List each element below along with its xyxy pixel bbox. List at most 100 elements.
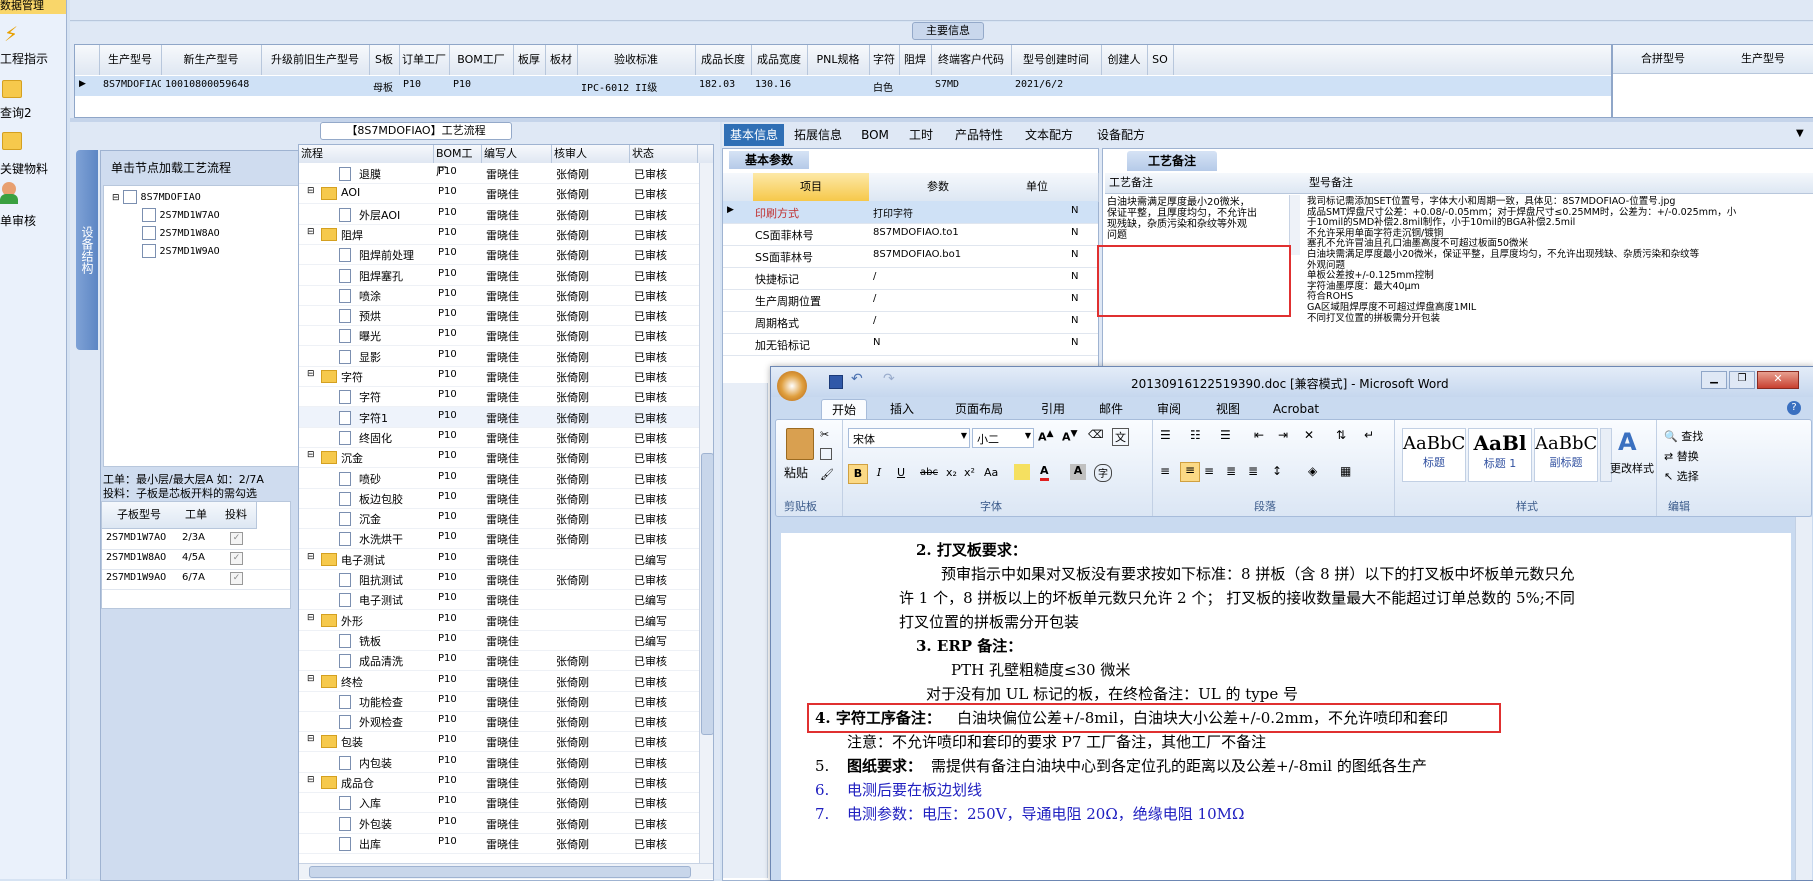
collapse-icon[interactable]: ⊟ <box>307 734 315 744</box>
horizontal-scrollbar[interactable] <box>299 863 713 879</box>
bold-button[interactable]: B <box>848 464 868 484</box>
align-right-icon[interactable]: ≡ <box>1204 464 1214 478</box>
flow-row[interactable]: ⊟ 沉金 P10 雷晓佳 张倚刚 已审核 <box>299 447 699 469</box>
flow-row[interactable]: 喷涂 P10 雷晓佳 张倚刚 已审核 <box>299 285 699 306</box>
sidebar-item-engineering[interactable]: ⚡ 工程指示 <box>0 20 66 68</box>
align-left-icon[interactable]: ≡ <box>1160 464 1170 478</box>
sub-board-row[interactable]: 2S7MD1W9AO 6/7A ✓ <box>102 569 290 590</box>
scroll-thumb[interactable] <box>701 453 714 735</box>
param-row[interactable]: SS面菲林号 8S7MDOFIAO.bo1 N <box>723 245 1098 268</box>
ribbon-tab[interactable]: 开始 <box>821 399 867 420</box>
flow-row[interactable]: 入库 P10 雷晓佳 张倚刚 已审核 <box>299 792 699 814</box>
help-icon[interactable]: ? <box>1787 401 1801 415</box>
right-tab[interactable]: 拓展信息 <box>784 124 852 146</box>
highlight-icon[interactable] <box>1014 464 1030 480</box>
flow-row[interactable]: ⊟ 外形 P10 雷晓佳 已编写 <box>299 610 699 631</box>
format-painter-icon[interactable]: 🖌 <box>820 468 834 481</box>
flow-row[interactable]: ⊟ 终检 P10 雷晓佳 张倚刚 已审核 <box>299 671 699 692</box>
flow-row[interactable]: ⊟ 字符 P10 雷晓佳 张倚刚 已审核 <box>299 366 699 387</box>
copy-icon[interactable] <box>820 448 832 460</box>
param-row[interactable]: 周期格式 / N <box>723 311 1098 334</box>
restore-button[interactable]: ❐ <box>1729 371 1755 389</box>
superscript-button[interactable]: x² <box>964 464 975 482</box>
multilevel-icon[interactable]: ☰ <box>1220 428 1231 442</box>
flow-row[interactable]: 外观检查 P10 雷晓佳 张倚刚 已审核 <box>299 711 699 733</box>
sidebar-item-data-manage[interactable]: 数据管理 <box>0 0 66 14</box>
close-button[interactable]: ✕ <box>1757 371 1799 389</box>
save-icon[interactable] <box>829 375 843 389</box>
underline-button[interactable]: U <box>892 464 910 482</box>
find-button[interactable]: 🔍 查找 <box>1664 428 1703 444</box>
ribbon-tab[interactable]: 插入 <box>875 399 929 419</box>
flow-row[interactable]: 退膜 P10 雷晓佳 张倚刚 已审核 <box>299 163 699 184</box>
right-tab[interactable]: 基本信息 <box>724 124 784 146</box>
flow-row[interactable]: 电子测试 P10 雷晓佳 已编写 <box>299 589 699 611</box>
replace-button[interactable]: ⇄ 替换 <box>1664 448 1699 464</box>
flow-row[interactable]: 阻抗测试 P10 雷晓佳 张倚刚 已审核 <box>299 569 699 590</box>
param-row[interactable]: CS面菲林号 8S7MDOFIAO.to1 N <box>723 223 1098 246</box>
tree-root[interactable]: ⊟ 8S7MDOFIAO <box>112 190 201 204</box>
flow-row[interactable]: 功能检查 P10 雷晓佳 张倚刚 已审核 <box>299 691 699 712</box>
undo-icon[interactable]: ↶ <box>851 371 863 387</box>
vertical-tab-device[interactable]: 设备结构 <box>76 150 98 350</box>
flow-row[interactable]: 曝光 P10 雷晓佳 张倚刚 已审核 <box>299 325 699 347</box>
style-heading1[interactable]: AaBl 标题 1 <box>1468 428 1532 482</box>
strikethrough-button[interactable]: abc <box>920 464 938 482</box>
flow-row[interactable]: 喷砂 P10 雷晓佳 张倚刚 已审核 <box>299 468 699 489</box>
style-heading[interactable]: AaBbC 标题 <box>1402 428 1466 482</box>
ribbon-tab[interactable]: 视图 <box>1203 399 1253 419</box>
flow-row[interactable]: 字符 P10 雷晓佳 张倚刚 已审核 <box>299 386 699 408</box>
right-tab[interactable]: 产品特性 <box>944 124 1014 146</box>
collapse-icon[interactable]: ⊟ <box>307 369 315 379</box>
collapse-icon[interactable]: ⊟ <box>307 613 315 623</box>
distribute-icon[interactable]: ≣ <box>1248 464 1258 478</box>
scroll-thumb[interactable] <box>309 866 691 878</box>
flow-row[interactable]: 板边包胶 P10 雷晓佳 张倚刚 已审核 <box>299 488 699 509</box>
font-name-select[interactable]: 宋体 ▼ <box>848 428 970 448</box>
enclose-char-icon[interactable]: 字 <box>1094 464 1112 482</box>
borders-icon[interactable]: ▦ <box>1340 464 1351 478</box>
collapse-icon[interactable]: ⊟ <box>307 674 315 684</box>
dropdown-arrow-icon[interactable]: ▼ <box>1796 128 1804 139</box>
feed-checkbox[interactable]: ✓ <box>230 552 243 565</box>
cut-icon[interactable]: ✂ <box>820 428 829 441</box>
flow-row[interactable]: 外层AOI P10 雷晓佳 张倚刚 已审核 <box>299 204 699 225</box>
ribbon-tab[interactable]: 审阅 <box>1145 399 1193 419</box>
right-tab[interactable]: 工时 <box>898 124 944 146</box>
sub-board-row[interactable]: 2S7MD1W8AO 4/5A ✓ <box>102 549 290 570</box>
change-styles-label[interactable]: 更改样式 <box>1610 460 1654 476</box>
flow-row[interactable]: 终固化 P10 雷晓佳 张倚刚 已审核 <box>299 427 699 448</box>
right-tab[interactable]: 文本配方 <box>1014 124 1084 146</box>
shrink-font-icon[interactable]: A▼ <box>1062 428 1078 444</box>
align-center-icon[interactable]: ≡ <box>1180 462 1200 482</box>
subscript-button[interactable]: x₂ <box>946 464 957 482</box>
flow-row[interactable]: 出库 P10 雷晓佳 张倚刚 已审核 <box>299 833 699 854</box>
flow-row[interactable]: ⊟ 阻焊 P10 雷晓佳 张倚刚 已审核 <box>299 224 699 245</box>
justify-icon[interactable]: ≣ <box>1226 464 1236 478</box>
feed-checkbox[interactable]: ✓ <box>230 532 243 545</box>
param-row[interactable]: ▶ 印刷方式 打印字符 N <box>723 201 1098 224</box>
change-styles-icon[interactable]: A <box>1618 428 1637 456</box>
bullets-icon[interactable]: ☰ <box>1160 428 1171 442</box>
feed-checkbox[interactable]: ✓ <box>230 572 243 585</box>
numbering-icon[interactable]: ☷ <box>1190 428 1201 442</box>
flow-row[interactable]: ⊟ AOI P10 雷晓佳 张倚刚 已审核 <box>299 183 699 205</box>
process-notes-tab[interactable]: 工艺备注 <box>1127 151 1217 171</box>
collapse-icon[interactable]: ⊟ <box>307 450 315 460</box>
flow-row[interactable]: 内包装 P10 雷晓佳 张倚刚 已审核 <box>299 752 699 773</box>
ribbon-tab[interactable]: 引用 <box>1029 399 1077 419</box>
paste-icon[interactable] <box>786 428 814 460</box>
ribbon-tab[interactable]: 邮件 <box>1087 399 1135 419</box>
flow-row[interactable]: 铣板 P10 雷晓佳 已编写 <box>299 630 699 651</box>
flow-row[interactable]: 预烘 P10 雷晓佳 张倚刚 已审核 <box>299 305 699 327</box>
flow-row[interactable]: ⊟ 成品仓 P10 雷晓佳 张倚刚 已审核 <box>299 772 699 793</box>
flow-row[interactable]: 水洗烘干 P10 雷晓佳 张倚刚 已审核 <box>299 528 699 550</box>
show-marks-icon[interactable]: ↵ <box>1364 428 1374 442</box>
asian-layout-icon[interactable]: ✕ <box>1304 428 1314 442</box>
tree-node[interactable]: 2S7MD1W9AO <box>142 244 220 258</box>
paste-label[interactable]: 粘贴 <box>784 464 808 481</box>
flow-row[interactable]: 成品清洗 P10 雷晓佳 张倚刚 已审核 <box>299 650 699 672</box>
italic-button[interactable]: I <box>870 464 888 482</box>
sidebar-item-key-material[interactable]: 关键物料 <box>0 128 66 176</box>
font-color-icon[interactable]: A <box>1040 464 1049 481</box>
